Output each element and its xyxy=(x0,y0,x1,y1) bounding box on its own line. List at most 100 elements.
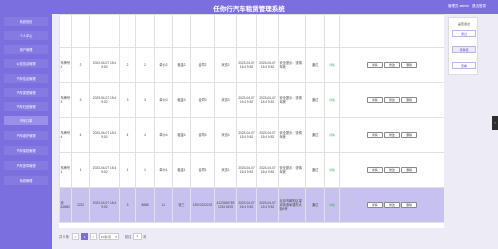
goto-label: 前往 xyxy=(124,235,132,239)
table-cell: 2 xyxy=(71,47,90,83)
sidebar-item-car-type[interactable]: 汽车类型管理 xyxy=(4,88,48,97)
sidebar-item-system[interactable]: 系统管理 xyxy=(4,176,48,185)
table-cell: 1 xyxy=(135,152,155,188)
page-size-value: 10条/页 xyxy=(100,234,112,239)
filter-option-pending[interactable]: 待审核 xyxy=(452,46,476,53)
table-row[interactable]: 京A26B2 2222 2023-04-07 15:4 9:52 3 8888 11 张三 1… xyxy=(59,187,444,223)
delete-button[interactable]: 删除 xyxy=(401,97,418,103)
header: 任你行汽车租赁管理系统 管理员 admin 退出登录 xyxy=(0,0,498,14)
table-cell: 2023-04-07 15:4 9:52 xyxy=(89,82,120,118)
page-size-select[interactable]: 10条/页 ▾ xyxy=(98,233,119,240)
table-cell xyxy=(339,14,444,48)
sidebar-item-notices[interactable]: 公告信息管理 xyxy=(4,59,48,68)
table-cell: 车牌号2 xyxy=(59,47,72,83)
table-cell: 2023-04-07 15:4 9:52 xyxy=(236,152,257,188)
row-actions: 详情 修改 删除 xyxy=(339,117,444,153)
detail-link[interactable]: 详情 xyxy=(329,98,335,102)
detail-button[interactable]: 详情 xyxy=(366,132,383,138)
detail-link[interactable]: 详情 xyxy=(329,168,335,172)
detail-link[interactable]: 详情 xyxy=(329,63,335,67)
table-cell: 单价4 xyxy=(154,117,173,153)
filter-dropdown[interactable]: 是否通过 通过 待审核 查看 xyxy=(448,17,478,75)
table-row[interactable]: 车牌号2 2 2023-04-07 15:4 9:52 2 2 单价2 租金2 合同2 状态2 2… xyxy=(59,47,444,83)
table-cell: 4 xyxy=(71,117,90,153)
table-cell xyxy=(154,14,173,48)
table-cell: 车牌号4 xyxy=(59,117,72,153)
row-actions: 详情 修改 删除 xyxy=(339,187,444,223)
filter-search-button[interactable]: 查看 xyxy=(452,62,476,69)
edit-button[interactable]: 修改 xyxy=(384,202,400,208)
sidebar-item-insurance[interactable]: 汽车保险管理 xyxy=(4,146,48,155)
table-cell: 2023-04-07 15:4 9:52 xyxy=(89,47,120,83)
side-collapse-tab[interactable]: › xyxy=(492,116,498,130)
delete-button[interactable]: 删除 xyxy=(401,62,418,68)
table-cell: 11 xyxy=(154,187,173,223)
filter-option-passed[interactable]: 通过 xyxy=(452,30,476,37)
table-cell: 京A26B2 xyxy=(59,187,72,223)
table-cell: 2023-04-07 15:4 9:52 xyxy=(236,82,257,118)
sidebar-item-maintenance[interactable]: 汽车维护管理 xyxy=(4,131,48,140)
next-page-button[interactable]: > xyxy=(89,233,97,240)
table-cell: 1 xyxy=(119,152,136,188)
edit-button[interactable]: 修改 xyxy=(384,62,400,68)
detail-link[interactable]: 详情 xyxy=(329,133,335,137)
sidebar-item-car-info[interactable]: 汽车信息管理 xyxy=(4,74,48,83)
table-cell xyxy=(59,14,72,48)
edit-button[interactable]: 修改 xyxy=(384,167,400,173)
table-cell: 单价1 xyxy=(154,152,173,188)
table-cell: 北京市朝阳区望京街道阜通东大街6号 xyxy=(278,187,306,223)
edit-button[interactable]: 修改 xyxy=(384,97,400,103)
detail-button[interactable]: 详情 xyxy=(366,167,383,173)
table-row[interactable]: 车牌号1 1 2023-04-07 15:4 9:52 1 1 单价1 租金1 合同1 状态1 2… xyxy=(59,152,444,188)
table-cell: 合同4 xyxy=(190,117,215,153)
edit-button[interactable]: 修改 xyxy=(384,132,400,138)
table-cell: 车牌号1 xyxy=(59,152,72,188)
table-cell xyxy=(71,14,90,48)
table-row[interactable]: 车牌号3 3 2023-04-07 15:4 9:52 3 3 单价3 租金3 合同3 状态3 2… xyxy=(59,82,444,118)
table-cell: 车牌号3 xyxy=(59,82,72,118)
detail-link-cell: 详情 xyxy=(324,117,340,153)
table-cell xyxy=(256,14,279,48)
logout-link[interactable]: 退出登录 xyxy=(472,4,486,8)
table-cell: 2023-04-07 15:4 9:52 xyxy=(89,152,120,188)
detail-button[interactable]: 详情 xyxy=(366,202,383,208)
sidebar-item-car-return[interactable]: 汽车归还管理 xyxy=(4,102,48,111)
sidebar-item-profile[interactable]: 个人中心 xyxy=(4,31,48,40)
detail-link[interactable]: 详情 xyxy=(329,203,335,207)
goto-page-input[interactable]: 1 xyxy=(132,233,142,240)
table-cell: 2023-04-07 15:4 9:52 xyxy=(256,117,279,153)
table-cell: 2023-04-07 15:4 9:52 xyxy=(256,187,279,223)
orders-table: 车牌号2 2 2023-04-07 15:4 9:52 2 2 单价2 租金2 合同2 状态2 2… xyxy=(59,14,444,228)
detail-button[interactable]: 详情 xyxy=(366,97,383,103)
table-cell: 2023-04-07 15:4 9:52 xyxy=(236,187,257,223)
table-cell xyxy=(135,14,155,48)
table-row[interactable]: 车牌号4 4 2023-04-07 15:4 9:52 4 4 单价4 租金4 合同4 状态4 2… xyxy=(59,117,444,153)
page-1-button[interactable]: 1 xyxy=(80,233,88,240)
table-cell: 3 xyxy=(119,82,136,118)
row-actions: 详情 修改 删除 xyxy=(339,82,444,118)
delete-button[interactable]: 删除 xyxy=(401,202,418,208)
table-cell: 通过 xyxy=(305,152,325,188)
sidebar-item-orders[interactable]: 汽车订单 xyxy=(4,116,48,125)
table-cell: 安全提示：谨慎驾驶 xyxy=(278,82,306,118)
chevron-down-icon: ▾ xyxy=(115,234,117,239)
table-cell: 2 xyxy=(119,47,136,83)
table-cell: 租金2 xyxy=(172,47,191,83)
table-cell: 2 xyxy=(135,47,155,83)
table-cell xyxy=(89,14,120,48)
sidebar-item-violations[interactable]: 汽车违章管理 xyxy=(4,161,48,170)
table-cell: 2023-04-07 15:4 9:52 xyxy=(236,47,257,83)
table-cell: 安全提示：谨慎驾驶 xyxy=(278,47,306,83)
app-title: 任你行汽车租赁管理系统 xyxy=(213,6,285,13)
table-cell: 安全提示：谨慎驾驶 xyxy=(278,152,306,188)
detail-button[interactable]: 详情 xyxy=(366,62,383,68)
table-cell: 4123456789 1234 5678 xyxy=(214,187,237,223)
sidebar-item-users[interactable]: 用户管理 xyxy=(4,45,48,54)
sidebar-item-home[interactable]: 系统首页 xyxy=(4,17,48,26)
prev-page-button[interactable]: < xyxy=(71,233,79,240)
table-cell xyxy=(119,14,136,48)
table-cell: 租金4 xyxy=(172,117,191,153)
delete-button[interactable]: 删除 xyxy=(401,167,418,173)
delete-button[interactable]: 删除 xyxy=(401,132,418,138)
table-cell: 2023-04-07 15:4 9:52 xyxy=(89,187,120,223)
